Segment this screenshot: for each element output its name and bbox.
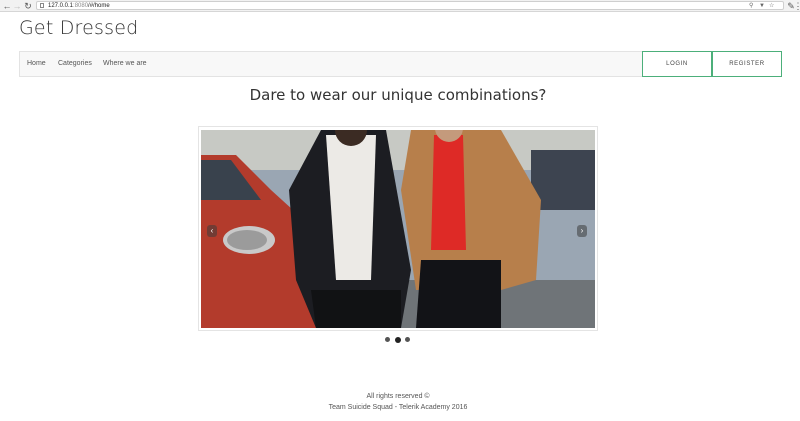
footer-team-credit: Team Suicide Squad - Telerik Academy 201… xyxy=(328,404,468,411)
page-icon xyxy=(40,3,44,8)
carousel-prev-arrow[interactable]: ‹ xyxy=(207,225,217,237)
carousel-indicators xyxy=(385,336,415,343)
main-navbar: Home Categories Where we are LOGIN REGIS… xyxy=(19,51,782,77)
url-host: 127.0.0.1 xyxy=(48,3,74,9)
reload-icon[interactable]: ↻ xyxy=(23,1,33,11)
street-style-photo xyxy=(201,130,595,328)
zoom-icon[interactable]: ⚲ xyxy=(749,2,753,10)
carousel-indicator-1[interactable] xyxy=(385,337,390,342)
address-url[interactable]: 127.0.0.1:8080/#/home xyxy=(48,2,110,10)
login-button[interactable]: LOGIN xyxy=(642,51,712,77)
register-button[interactable]: REGISTER xyxy=(712,51,782,77)
forward-icon[interactable]: → xyxy=(12,1,22,11)
nav-where-we-are-link[interactable]: Where we are xyxy=(103,52,147,76)
back-icon[interactable]: ← xyxy=(2,1,12,11)
page-tagline: Dare to wear our unique combinations? xyxy=(249,86,547,104)
browser-toolbar: ← → ↻ 127.0.0.1:8080/#/home ⚲ ▼ ☆ ✎ ⋮ xyxy=(0,0,800,12)
site-brand[interactable]: Get Dressed xyxy=(19,17,138,39)
nav-home-link[interactable]: Home xyxy=(27,52,46,76)
url-port: :8080 xyxy=(73,3,89,9)
image-carousel: ‹ › xyxy=(198,126,598,331)
nav-categories-link[interactable]: Categories xyxy=(58,52,92,76)
pin-icon[interactable]: ▼ xyxy=(759,2,765,10)
footer-copyright: All rights reserved © xyxy=(366,393,430,400)
carousel-slide-image: ‹ › xyxy=(201,130,595,328)
carousel-next-arrow[interactable]: › xyxy=(577,225,587,237)
bookmark-star-icon[interactable]: ☆ xyxy=(769,2,774,10)
address-bar[interactable]: 127.0.0.1:8080/#/home ⚲ ▼ ☆ xyxy=(36,1,784,10)
menu-icon[interactable]: ⋮ xyxy=(793,1,800,11)
carousel-indicator-2-active[interactable] xyxy=(395,336,401,343)
url-path: /#/home xyxy=(88,3,110,9)
carousel-indicator-3[interactable] xyxy=(405,337,410,342)
